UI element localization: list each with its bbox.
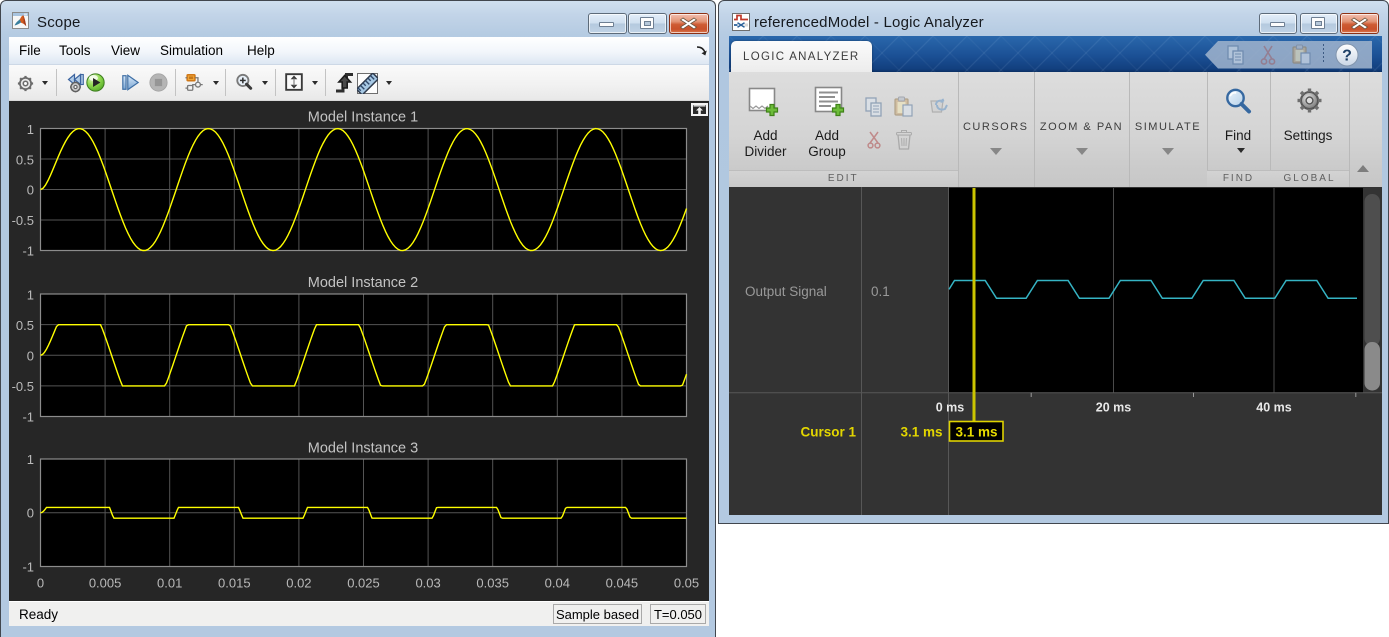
svg-text:Model Instance 1: Model Instance 1 [308,109,418,125]
svg-text:0.05: 0.05 [674,575,699,590]
svg-text:0: 0 [37,575,44,590]
svg-text:0.02: 0.02 [286,575,311,590]
svg-text:Output Signal: Output Signal [745,284,827,299]
svg-text:1: 1 [27,122,34,137]
svg-text:0.035: 0.035 [476,575,509,590]
svg-text:0.01: 0.01 [157,575,182,590]
svg-text:0: 0 [27,348,34,363]
svg-text:Model Instance 2: Model Instance 2 [308,275,418,291]
svg-text:3.1 ms: 3.1 ms [955,425,997,440]
svg-text:-0.5: -0.5 [12,379,34,394]
svg-text:0.1: 0.1 [871,284,890,299]
svg-text:0.04: 0.04 [545,575,570,590]
svg-text:0: 0 [27,182,34,197]
svg-text:0.015: 0.015 [218,575,251,590]
svg-text:0.03: 0.03 [415,575,440,590]
svg-text:1: 1 [27,452,34,467]
svg-text:40 ms: 40 ms [1256,401,1291,415]
svg-text:-1: -1 [22,409,34,424]
svg-text:0.025: 0.025 [347,575,380,590]
svg-text:0.045: 0.045 [606,575,639,590]
svg-text:0.5: 0.5 [16,318,34,333]
svg-text:Cursor 1: Cursor 1 [800,425,856,440]
svg-text:-1: -1 [22,559,34,574]
svg-text:20 ms: 20 ms [1096,401,1131,415]
svg-text:-0.5: -0.5 [12,213,34,228]
svg-text:1: 1 [27,287,34,302]
svg-text:0.005: 0.005 [89,575,122,590]
svg-text:-1: -1 [22,243,34,258]
svg-text:?: ? [1342,48,1352,65]
svg-text:Model Instance 3: Model Instance 3 [308,440,418,456]
svg-text:0: 0 [27,505,34,520]
svg-text:0 ms: 0 ms [936,401,965,415]
svg-text:0.5: 0.5 [16,152,34,167]
svg-text:3.1 ms: 3.1 ms [900,425,942,440]
